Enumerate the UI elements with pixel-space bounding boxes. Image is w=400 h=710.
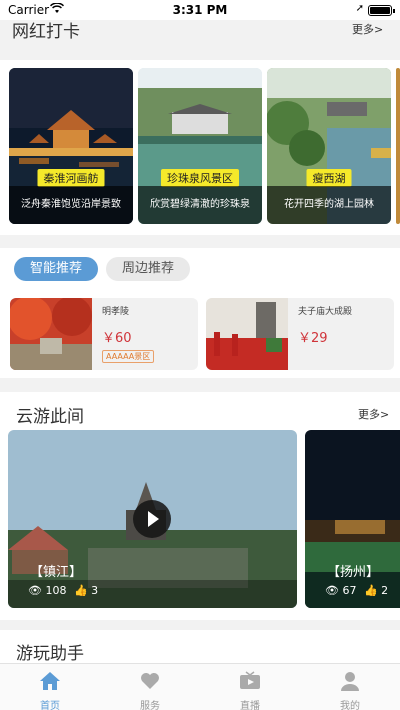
tab-smart-recommend[interactable]: 智能推荐: [14, 257, 98, 281]
recommend-name: 明孝陵: [102, 307, 130, 317]
video-label: 【扬州】: [327, 565, 380, 580]
tab-home[interactable]: 首页: [0, 664, 100, 710]
location-icon: ➚: [355, 3, 364, 14]
tab-nearby-recommend[interactable]: 周边推荐: [106, 257, 190, 281]
cloud-tour-title: 云游此间: [16, 407, 84, 427]
battery-icon: [368, 5, 395, 16]
hot-card-tag: 瘦西湖: [306, 169, 352, 187]
hot-card-desc: 欣赏碧绿清澈的珍珠泉: [138, 186, 262, 224]
tab-label: 直播: [240, 701, 260, 710]
recommend-card-fuzimiao[interactable]: 夫子庙大成殿 ￥29: [206, 298, 394, 370]
eye-icon: 👁: [28, 584, 42, 597]
tab-live[interactable]: 直播: [200, 664, 300, 710]
heart-icon: [141, 673, 159, 689]
yangzhou-video-thumbnail: [305, 430, 400, 608]
recommend-section: 智能推荐 周边推荐 明孝陵 ￥60 AAAAA景区 夫子庙大成殿 ￥29: [0, 248, 400, 378]
hot-checkin-carousel[interactable]: 秦淮河画舫 泛舟秦淮饱览沿岸景致 珍珠泉风景区 欣赏碧绿清澈的珍珠泉 瘦西湖 花…: [0, 60, 400, 235]
helper-title: 游玩助手: [16, 644, 84, 664]
fuzimiao-image: [206, 298, 288, 370]
tab-label: 我的: [340, 701, 360, 710]
helper-section: 游玩助手: [0, 630, 400, 664]
hot-card-desc: 泛舟秦淮饱览沿岸景致: [9, 186, 133, 224]
thumbs-up-icon: 👍: [363, 584, 378, 597]
hot-card-tag: 秦淮河画舫: [37, 169, 105, 187]
hot-checkin-more-link[interactable]: 更多>: [352, 21, 383, 37]
hot-card-zhenzhuquan[interactable]: 珍珠泉风景区 欣赏碧绿清澈的珍珠泉: [138, 68, 262, 224]
tab-mine[interactable]: 我的: [300, 664, 400, 710]
recommend-price: ￥60: [102, 331, 132, 346]
mingxiaoling-image: [10, 298, 92, 370]
tab-label: 首页: [40, 701, 60, 710]
hot-checkin-title: 网红打卡: [12, 22, 80, 42]
like-count: 3: [91, 584, 99, 597]
bottom-tab-bar: 首页 服务 直播 我的: [0, 663, 400, 710]
hot-card-qinhuai[interactable]: 秦淮河画舫 泛舟秦淮饱览沿岸景致: [9, 68, 133, 224]
like-count: 2: [381, 584, 389, 597]
recommend-card-mingxiaoling[interactable]: 明孝陵 ￥60 AAAAA景区: [10, 298, 198, 370]
play-button[interactable]: [133, 500, 171, 538]
hot-card-peek[interactable]: [396, 68, 400, 224]
hot-card-desc: 花开四季的湖上园林: [267, 186, 391, 224]
video-card-yangzhou[interactable]: 【扬州】 👁 67 👍 2: [305, 430, 400, 608]
cloud-tour-more-link[interactable]: 更多>: [358, 406, 389, 422]
eye-icon: 👁: [325, 584, 339, 597]
scenic-level-badge: AAAAA景区: [102, 350, 155, 363]
video-stats: 👁 67 👍 2: [325, 584, 388, 597]
home-icon: [40, 672, 60, 690]
tab-service[interactable]: 服务: [100, 664, 200, 710]
view-count: 67: [342, 584, 357, 597]
video-label: 【镇江】: [30, 565, 83, 580]
video-stats: 👁 108 👍 3: [28, 584, 98, 597]
user-icon: [341, 672, 359, 691]
recommend-name: 夫子庙大成殿: [298, 307, 353, 317]
tab-label: 服务: [140, 701, 160, 710]
view-count: 108: [45, 584, 67, 597]
hot-card-tag: 珍珠泉风景区: [161, 169, 239, 187]
hot-card-shouxihu[interactable]: 瘦西湖 花开四季的湖上园林: [267, 68, 391, 224]
video-card-zhenjiang[interactable]: 【镇江】 👁 108 👍 3: [8, 430, 297, 608]
thumbs-up-icon: 👍: [73, 584, 88, 597]
live-tv-icon: [240, 671, 260, 689]
cloud-tour-section: 云游此间 更多> 【镇江】 👁 108 👍 3 【扬州】 👁 67 👍 2: [0, 392, 400, 620]
recommend-price: ￥29: [298, 331, 328, 346]
clock: 3:31 PM: [172, 3, 228, 17]
